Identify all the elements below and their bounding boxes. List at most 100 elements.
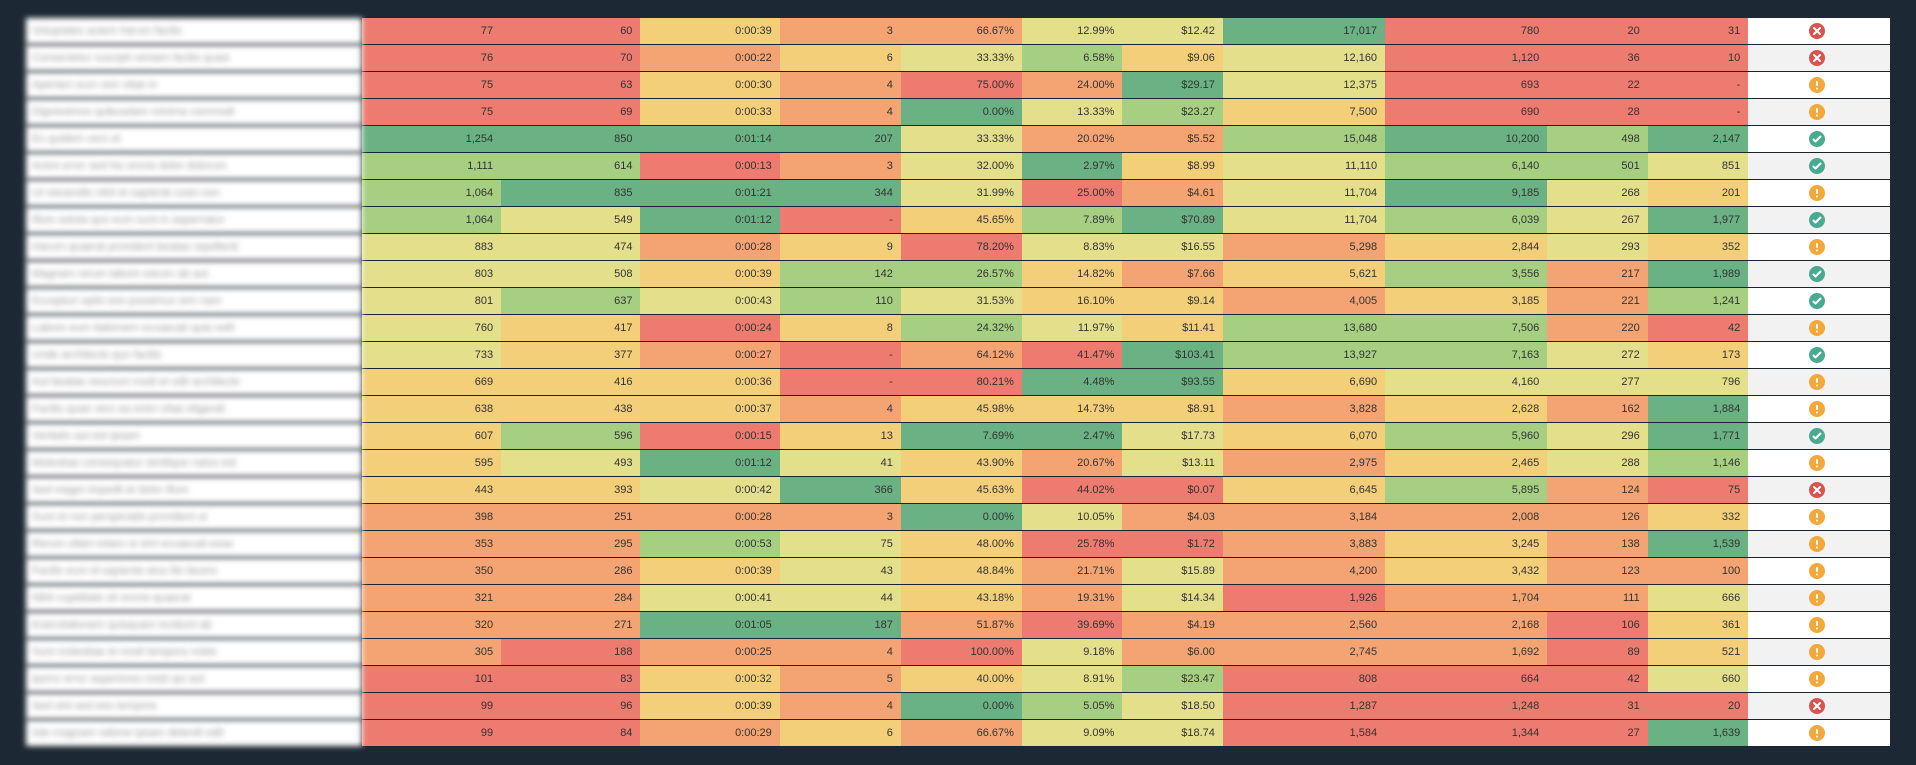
cell-c5: 40.00% xyxy=(901,666,1022,693)
status-cell xyxy=(1748,720,1890,747)
cell-c9: 780 xyxy=(1385,18,1547,45)
row-label: Sed sint sed eos tempore xyxy=(26,693,362,720)
cell-c7: $7.66 xyxy=(1122,261,1223,288)
cell-c5: 31.99% xyxy=(901,180,1022,207)
cell-c7: $18.74 xyxy=(1122,720,1223,747)
cell-c2: 438 xyxy=(501,396,640,423)
status-warn-icon xyxy=(1809,671,1825,687)
cell-c9: 1,704 xyxy=(1385,585,1547,612)
status-cell xyxy=(1748,477,1890,504)
cell-c8: 12,375 xyxy=(1223,72,1385,99)
status-cell xyxy=(1748,261,1890,288)
cell-c6: 8.83% xyxy=(1022,234,1123,261)
table-row: Harum quaerat provident beatae repellent… xyxy=(26,234,1890,261)
cell-c5: 64.12% xyxy=(901,342,1022,369)
cell-c8: 3,828 xyxy=(1223,396,1385,423)
cell-c10: 267 xyxy=(1547,207,1648,234)
cell-c11: 352 xyxy=(1648,234,1749,261)
cell-c9: 2,628 xyxy=(1385,396,1547,423)
cell-c10: 27 xyxy=(1547,720,1648,747)
cell-c3: 0:01:12 xyxy=(640,450,779,477)
table-row: Facilis eum id sapiente eius illo facere… xyxy=(26,558,1890,585)
cell-c5: 100.00% xyxy=(901,639,1022,666)
cell-c6: 39.69% xyxy=(1022,612,1123,639)
cell-c10: 111 xyxy=(1547,585,1648,612)
cell-c4: 207 xyxy=(780,126,901,153)
cell-c1: 760 xyxy=(362,315,501,342)
cell-c6: 4.48% xyxy=(1022,369,1123,396)
cell-c10: 123 xyxy=(1547,558,1648,585)
cell-c5: 33.33% xyxy=(901,45,1022,72)
cell-c11: 2,147 xyxy=(1648,126,1749,153)
cell-c9: 4,160 xyxy=(1385,369,1547,396)
cell-c8: 11,704 xyxy=(1223,207,1385,234)
cell-c10: 22 xyxy=(1547,72,1648,99)
status-cell xyxy=(1748,666,1890,693)
table-row: Nihil cupiditate sit omnis quaerat321284… xyxy=(26,585,1890,612)
cell-c6: 2.97% xyxy=(1022,153,1123,180)
cell-c7: $29.17 xyxy=(1122,72,1223,99)
cell-c11: 361 xyxy=(1648,612,1749,639)
cell-c6: 44.02% xyxy=(1022,477,1123,504)
cell-c11: - xyxy=(1648,99,1749,126)
cell-c5: 26.57% xyxy=(901,261,1022,288)
cell-c9: 1,248 xyxy=(1385,693,1547,720)
table-row: Veritatis aut est ipsam6075960:00:15137.… xyxy=(26,423,1890,450)
status-cell xyxy=(1748,585,1890,612)
cell-c11: 1,146 xyxy=(1648,450,1749,477)
cell-c4: 344 xyxy=(780,180,901,207)
cell-c8: 5,621 xyxy=(1223,261,1385,288)
cell-c6: 25.78% xyxy=(1022,531,1123,558)
cell-c3: 0:00:32 xyxy=(640,666,779,693)
cell-c3: 0:00:28 xyxy=(640,234,779,261)
cell-c9: 6,039 xyxy=(1385,207,1547,234)
status-cell xyxy=(1748,45,1890,72)
cell-c5: 80.21% xyxy=(901,369,1022,396)
cell-c2: 835 xyxy=(501,180,640,207)
cell-c2: 284 xyxy=(501,585,640,612)
cell-c4: 41 xyxy=(780,450,901,477)
cell-c8: 7,500 xyxy=(1223,99,1385,126)
cell-c5: 66.67% xyxy=(901,18,1022,45)
cell-c2: 84 xyxy=(501,720,640,747)
cell-c3: 0:00:39 xyxy=(640,18,779,45)
cell-c1: 1,064 xyxy=(362,180,501,207)
cell-c1: 443 xyxy=(362,477,501,504)
status-warn-icon xyxy=(1809,374,1825,390)
cell-c2: 549 xyxy=(501,207,640,234)
row-label: Aperiam eum rem vitae in xyxy=(26,72,362,99)
cell-c6: 13.33% xyxy=(1022,99,1123,126)
cell-c10: 498 xyxy=(1547,126,1648,153)
status-cell xyxy=(1748,639,1890,666)
cell-c11: 1,539 xyxy=(1648,531,1749,558)
cell-c2: 614 xyxy=(501,153,640,180)
cell-c5: 78.20% xyxy=(901,234,1022,261)
table-row: Voluptates autem harum facilis77600:00:3… xyxy=(26,18,1890,45)
cell-c6: 11.97% xyxy=(1022,315,1123,342)
cell-c10: 272 xyxy=(1547,342,1648,369)
status-ok-icon xyxy=(1809,266,1825,282)
cell-c10: 138 xyxy=(1547,531,1648,558)
cell-c10: 277 xyxy=(1547,369,1648,396)
cell-c3: 0:00:39 xyxy=(640,261,779,288)
cell-c7: $9.14 xyxy=(1122,288,1223,315)
cell-c7: $4.19 xyxy=(1122,612,1223,639)
cell-c7: $18.50 xyxy=(1122,693,1223,720)
cell-c1: 77 xyxy=(362,18,501,45)
status-ok-icon xyxy=(1809,158,1825,174)
cell-c7: $17.73 xyxy=(1122,423,1223,450)
cell-c7: $93.55 xyxy=(1122,369,1223,396)
cell-c3: 0:00:29 xyxy=(640,720,779,747)
cell-c6: 5.05% xyxy=(1022,693,1123,720)
table-row: Illum soluta quo eum sunt in aspernatur1… xyxy=(26,207,1890,234)
status-cell xyxy=(1748,99,1890,126)
cell-c8: 1,584 xyxy=(1223,720,1385,747)
cell-c10: 501 xyxy=(1547,153,1648,180)
table-row: Molestiae consequatur similique natus es… xyxy=(26,450,1890,477)
cell-c1: 801 xyxy=(362,288,501,315)
cell-c6: 9.18% xyxy=(1022,639,1123,666)
cell-c8: 3,883 xyxy=(1223,531,1385,558)
cell-c4: 43 xyxy=(780,558,901,585)
row-label: Unde architecto quo facilis xyxy=(26,342,362,369)
cell-c7: $23.47 xyxy=(1122,666,1223,693)
